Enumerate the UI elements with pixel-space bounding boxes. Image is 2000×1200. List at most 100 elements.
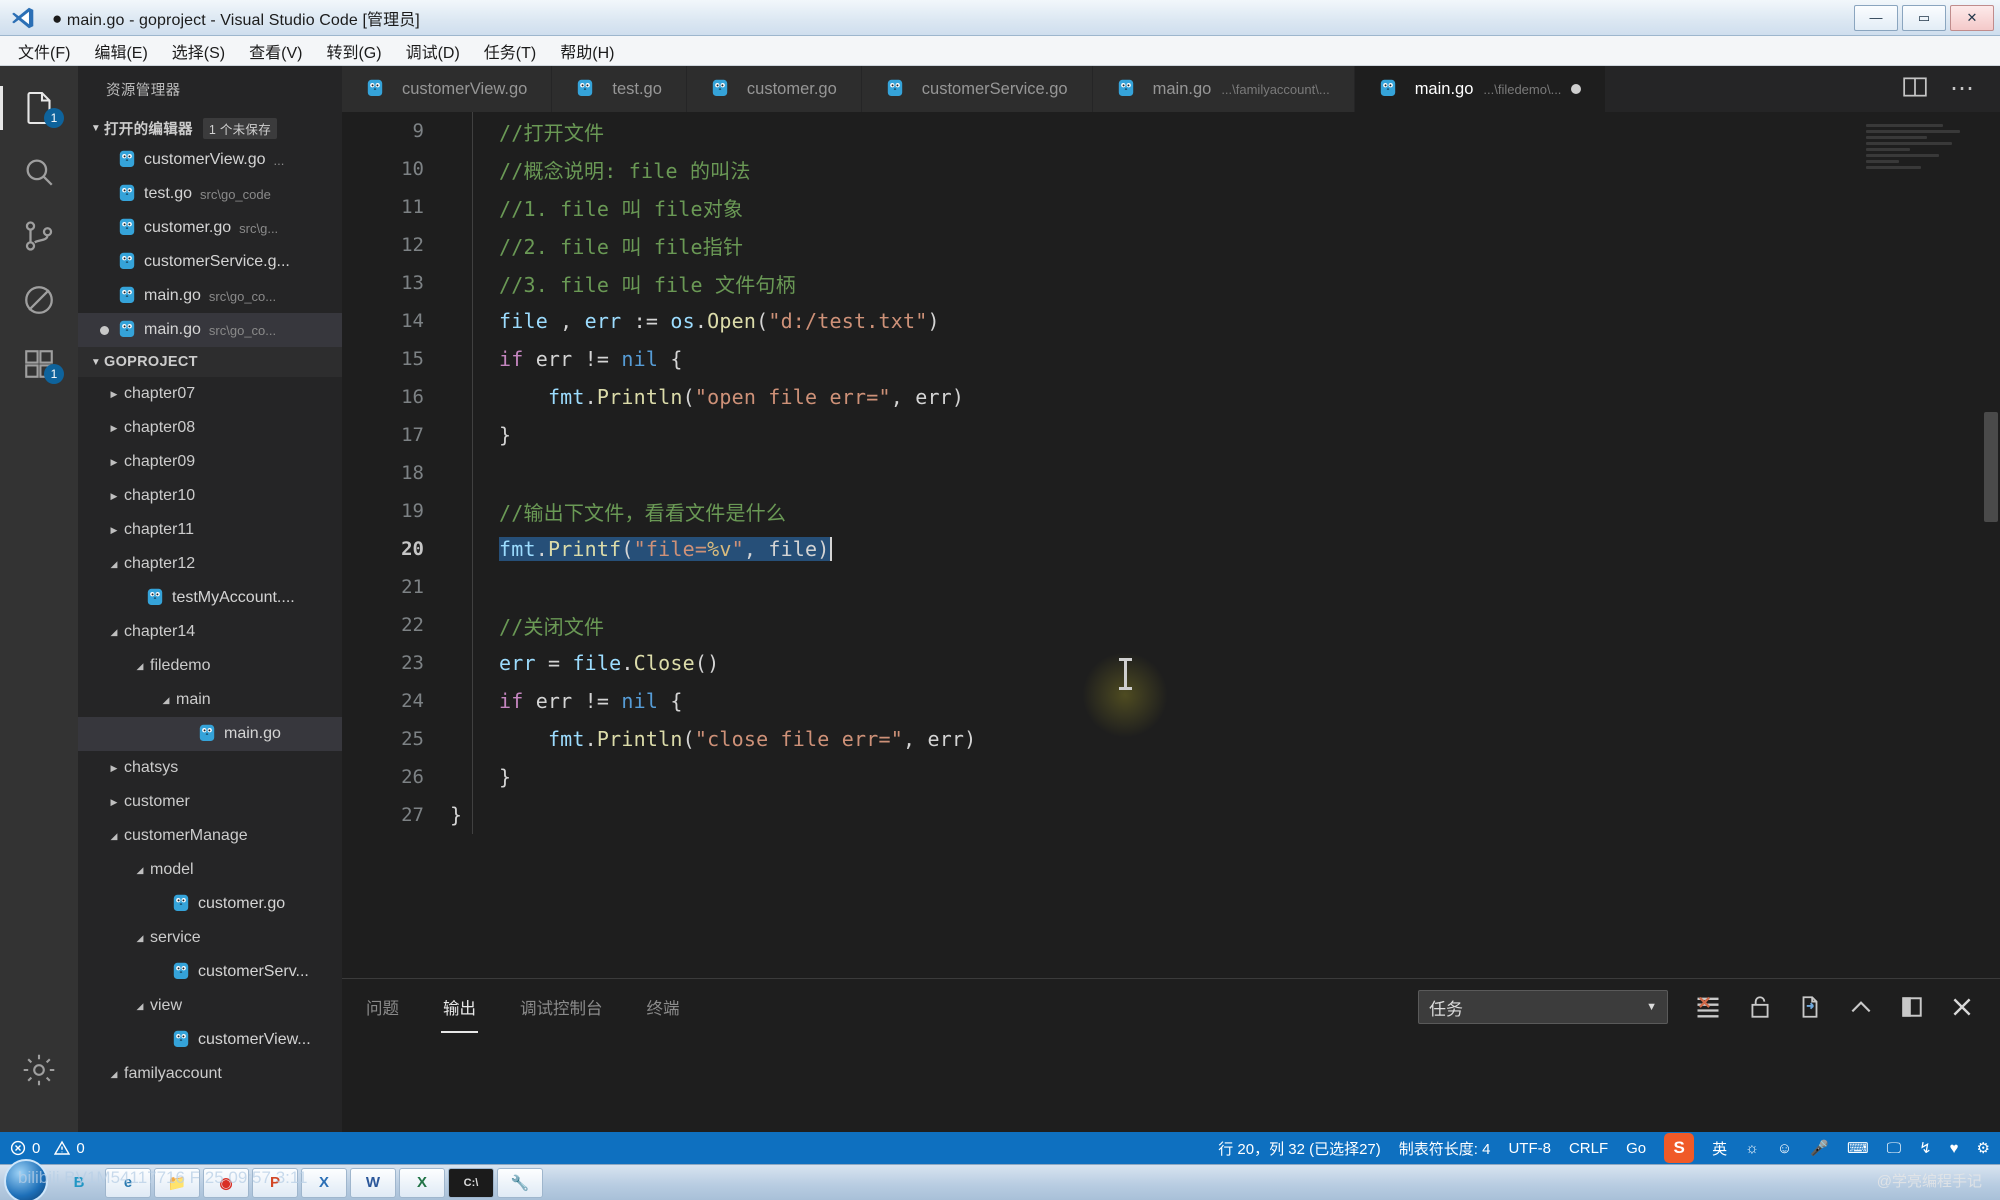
open-editor-item[interactable]: test.go src\go_code bbox=[78, 177, 342, 211]
project-root-header[interactable]: ▼ GOPROJECT bbox=[78, 347, 342, 377]
status-eol[interactable]: CRLF bbox=[1569, 1140, 1608, 1157]
status-language[interactable]: Go bbox=[1626, 1140, 1646, 1157]
editor-tab[interactable]: customerService.go bbox=[861, 66, 1093, 112]
editor-tab[interactable]: test.go bbox=[552, 66, 687, 112]
code-line[interactable]: 20 fmt.Printf("file=%v", file) bbox=[342, 530, 2000, 568]
menu-debug[interactable]: 调试(D) bbox=[396, 36, 470, 66]
more-actions-icon[interactable]: ⋯ bbox=[1950, 77, 1974, 101]
lock-icon[interactable] bbox=[1748, 994, 1772, 1020]
taskbar-bilibili-icon[interactable]: B bbox=[56, 1168, 102, 1198]
tree-folder[interactable]: ◢ customerManage bbox=[78, 819, 342, 853]
taskbar-vscode-icon[interactable]: X bbox=[301, 1167, 347, 1198]
close-panel-icon[interactable] bbox=[1950, 995, 1974, 1019]
open-editors-header[interactable]: ▼ 打开的编辑器 1 个未保存 bbox=[78, 113, 342, 143]
tree-folder[interactable]: ▶ chapter10 bbox=[78, 479, 342, 513]
open-editor-item[interactable]: main.go src\go_co... bbox=[78, 279, 342, 313]
tree-folder[interactable]: ▶ customer bbox=[78, 785, 342, 819]
tree-file[interactable]: main.go bbox=[78, 717, 342, 751]
close-button[interactable]: ✕ bbox=[1950, 4, 1994, 31]
tree-folder[interactable]: ◢ main bbox=[78, 683, 342, 717]
status-ime-mode[interactable]: 英 bbox=[1712, 1138, 1727, 1159]
status-problems[interactable]: 0 0 bbox=[10, 1140, 85, 1157]
tree-folder[interactable]: ◢ service bbox=[78, 921, 342, 955]
tray-icon-5[interactable]: ↯ bbox=[1919, 1139, 1932, 1157]
menu-file[interactable]: 文件(F) bbox=[8, 36, 80, 66]
code-line[interactable]: 11 //1. file 叫 file对象 bbox=[342, 188, 2000, 226]
activity-debug[interactable] bbox=[0, 268, 78, 332]
tree-folder[interactable]: ◢ chapter12 bbox=[78, 547, 342, 581]
activity-explorer[interactable]: 1 bbox=[0, 76, 78, 140]
taskbar-tool-icon[interactable]: 🔧 bbox=[497, 1167, 543, 1198]
sogou-ime-icon[interactable]: S bbox=[1664, 1133, 1695, 1163]
maximize-panel-icon[interactable] bbox=[1900, 995, 1924, 1019]
code-line[interactable]: 21 bbox=[342, 568, 2000, 606]
tree-file[interactable]: customerServ... bbox=[78, 955, 342, 989]
code-line[interactable]: 22 //关闭文件 bbox=[342, 606, 2000, 644]
tree-folder[interactable]: ▶ chapter09 bbox=[78, 445, 342, 479]
activity-settings[interactable] bbox=[0, 1038, 78, 1102]
open-editor-item[interactable]: customerService.g... bbox=[78, 245, 342, 279]
status-tab-size[interactable]: 制表符长度: 4 bbox=[1399, 1138, 1491, 1159]
open-in-editor-icon[interactable] bbox=[1798, 994, 1822, 1020]
code-line[interactable]: 23 err = file.Close() bbox=[342, 644, 2000, 682]
tree-folder[interactable]: ▶ chapter07 bbox=[78, 377, 342, 411]
code-line[interactable]: 25 fmt.Println("close file err=", err) bbox=[342, 720, 2000, 758]
tray-icon-6[interactable]: ♥ bbox=[1950, 1140, 1959, 1157]
collapse-panel-icon[interactable] bbox=[1848, 997, 1874, 1017]
tree-folder[interactable]: ▶ chapter11 bbox=[78, 513, 342, 547]
menu-tasks[interactable]: 任务(T) bbox=[474, 36, 546, 66]
editor-tab[interactable]: main.go ...\filedemo\... bbox=[1354, 66, 1607, 112]
taskbar-explorer-icon[interactable]: 📁 bbox=[154, 1167, 200, 1198]
code-line[interactable]: 18 bbox=[342, 454, 2000, 492]
editor-tab[interactable]: customerView.go bbox=[342, 66, 553, 112]
panel-tab[interactable]: 问题 bbox=[364, 989, 401, 1025]
open-editor-item[interactable]: main.go src\go_co... bbox=[78, 313, 342, 347]
code-line[interactable]: 14 file , err := os.Open("d:/test.txt") bbox=[342, 302, 2000, 340]
code-line[interactable]: 16 fmt.Println("open file err=", err) bbox=[342, 378, 2000, 416]
open-editor-item[interactable]: customer.go src\g... bbox=[78, 211, 342, 245]
activity-search[interactable] bbox=[0, 140, 78, 204]
tray-icon-1[interactable]: ☺ bbox=[1777, 1140, 1792, 1157]
code-line[interactable]: 26 } bbox=[342, 758, 2000, 796]
tree-file[interactable]: customer.go bbox=[78, 887, 342, 921]
activity-source-control[interactable] bbox=[0, 204, 78, 268]
taskbar-cmd-icon[interactable]: C:\ bbox=[448, 1167, 494, 1198]
tray-icon-0[interactable]: ☼ bbox=[1745, 1140, 1759, 1157]
tray-icon-3[interactable]: ⌨ bbox=[1847, 1139, 1869, 1157]
code-line[interactable]: 24 if err != nil { bbox=[342, 682, 2000, 720]
clear-output-icon[interactable] bbox=[1694, 994, 1722, 1020]
tree-folder[interactable]: ◢ view bbox=[78, 989, 342, 1023]
code-line[interactable]: 27} bbox=[342, 796, 2000, 834]
code-line[interactable]: 10 //概念说明: file 的叫法 bbox=[342, 150, 2000, 188]
taskbar-chrome-icon[interactable]: ◉ bbox=[203, 1167, 249, 1198]
tray-icon-4[interactable]: 🖵 bbox=[1887, 1140, 1901, 1157]
code-editor[interactable]: 9 //打开文件 10 //概念说明: file 的叫法 11 //1. file … bbox=[342, 112, 2000, 978]
start-button-icon[interactable] bbox=[4, 1158, 48, 1200]
editor-tab[interactable]: customer.go bbox=[686, 66, 862, 112]
tree-folder[interactable]: ▶ chapter08 bbox=[78, 411, 342, 445]
taskbar-excel-icon[interactable]: X bbox=[399, 1167, 445, 1198]
tray-icon-7[interactable]: ⚙ bbox=[1977, 1139, 1990, 1157]
maximize-button[interactable]: ▭ bbox=[1902, 4, 1946, 31]
code-line[interactable]: 12 //2. file 叫 file指针 bbox=[342, 226, 2000, 264]
taskbar-word-icon[interactable]: W bbox=[350, 1167, 396, 1198]
code-line[interactable]: 15 if err != nil { bbox=[342, 340, 2000, 378]
tray-icon-2[interactable]: 🎤 bbox=[1810, 1139, 1829, 1157]
menu-edit[interactable]: 编辑(E) bbox=[84, 36, 157, 66]
tree-folder[interactable]: ▶ chatsys bbox=[78, 751, 342, 785]
code-line[interactable]: 13 //3. file 叫 file 文件句柄 bbox=[342, 264, 2000, 302]
tree-folder[interactable]: ◢ model bbox=[78, 853, 342, 887]
tree-file[interactable]: testMyAccount.... bbox=[78, 581, 342, 615]
output-channel-select[interactable]: 任务 ▼ bbox=[1418, 990, 1668, 1024]
activity-extensions[interactable]: 1 bbox=[0, 332, 78, 396]
open-editor-item[interactable]: customerView.go... bbox=[78, 143, 342, 177]
minimize-button[interactable]: — bbox=[1854, 4, 1898, 31]
status-cursor-position[interactable]: 行 20，列 32 (已选择27) bbox=[1218, 1138, 1381, 1159]
taskbar-ie-icon[interactable]: e bbox=[105, 1167, 151, 1198]
tree-folder[interactable]: ◢ familyaccount bbox=[78, 1057, 342, 1091]
menu-help[interactable]: 帮助(H) bbox=[550, 36, 624, 66]
status-encoding[interactable]: UTF-8 bbox=[1508, 1140, 1551, 1157]
tree-folder[interactable]: ◢ filedemo bbox=[78, 649, 342, 683]
code-line[interactable]: 17 } bbox=[342, 416, 2000, 454]
panel-tab[interactable]: 输出 bbox=[441, 989, 478, 1033]
